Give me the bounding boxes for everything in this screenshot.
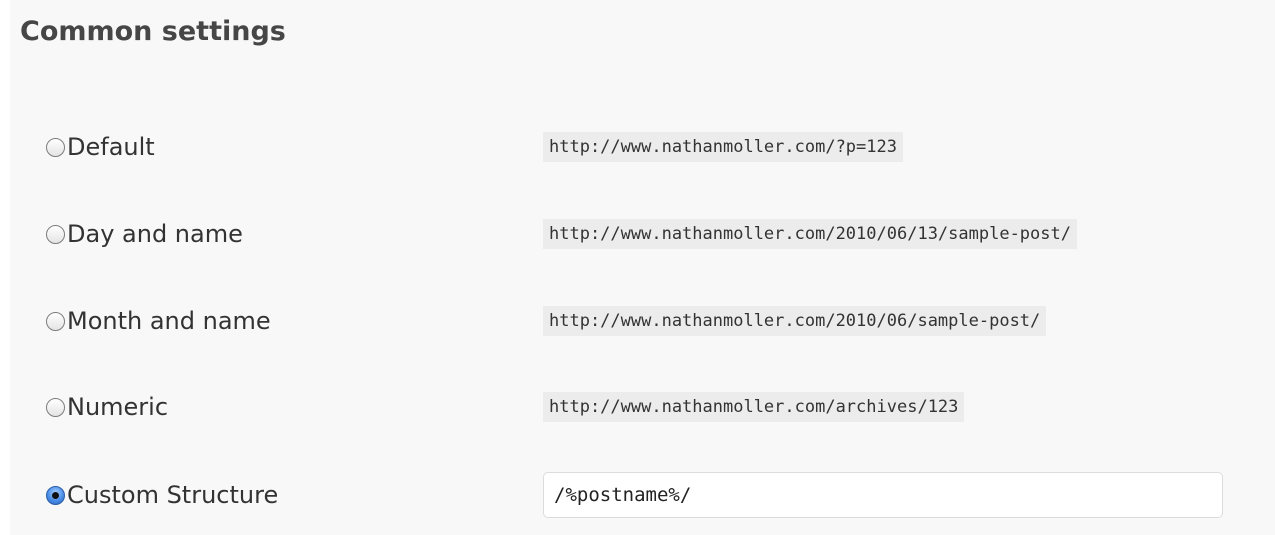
numeric-url-sample: http://www.nathanmoller.com/archives/123: [543, 392, 965, 422]
permalink-row-default: Default http://www.nathanmoller.com/?p=1…: [10, 117, 1275, 177]
permalink-row-numeric: Numeric http://www.nathanmoller.com/arch…: [10, 377, 1275, 437]
radio-selected-dot: [52, 491, 59, 499]
custom-structure-option[interactable]: Custom Structure: [46, 465, 278, 525]
permalink-row-month-and-name: Month and name http://www.nathanmoller.c…: [10, 291, 1275, 351]
day-and-name-label: Day and name: [67, 220, 243, 248]
radio-button-default[interactable]: [46, 137, 65, 157]
numeric-option[interactable]: Numeric: [46, 377, 168, 437]
month-and-name-label: Month and name: [67, 307, 271, 335]
default-url-sample: http://www.nathanmoller.com/?p=123: [543, 132, 903, 162]
radio-button-numeric[interactable]: [46, 397, 65, 417]
section-heading: Common settings: [20, 16, 286, 47]
default-option[interactable]: Default: [46, 117, 155, 177]
permalink-row-custom-structure: Custom Structure: [10, 465, 1275, 525]
day-and-name-url-sample: http://www.nathanmoller.com/2010/06/13/s…: [543, 219, 1077, 249]
custom-structure-input[interactable]: [543, 472, 1223, 518]
permalink-row-day-and-name: Day and name http://www.nathanmoller.com…: [10, 204, 1275, 264]
default-label: Default: [67, 133, 155, 161]
radio-button-month-and-name[interactable]: [46, 311, 65, 331]
radio-button-custom-structure-selected[interactable]: [46, 485, 65, 505]
month-and-name-url-sample: http://www.nathanmoller.com/2010/06/samp…: [543, 306, 1047, 336]
custom-structure-label: Custom Structure: [67, 481, 279, 509]
radio-button-day-and-name[interactable]: [46, 224, 65, 244]
numeric-label: Numeric: [67, 393, 169, 421]
permalink-settings-panel: Common settings Default http://www.natha…: [10, 0, 1275, 535]
day-and-name-option[interactable]: Day and name: [46, 204, 243, 264]
month-and-name-option[interactable]: Month and name: [46, 291, 271, 351]
